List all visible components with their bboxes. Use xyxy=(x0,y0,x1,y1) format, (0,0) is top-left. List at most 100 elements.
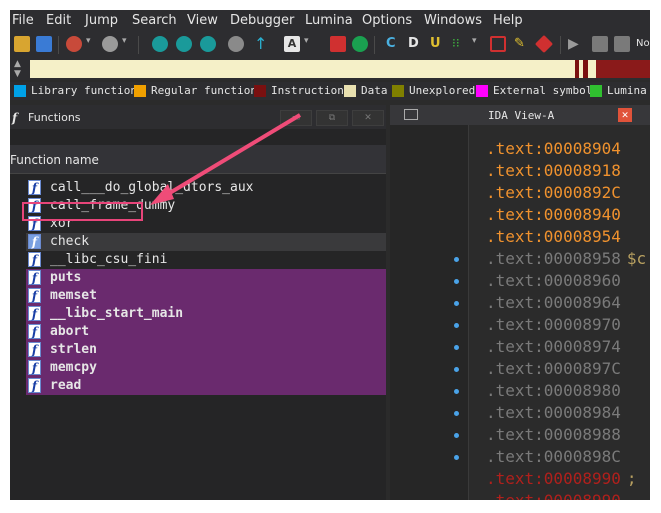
function-name: abort xyxy=(50,324,90,339)
disasm-line[interactable]: .text:00008964 xyxy=(486,293,646,315)
dropdown-arrow-icon[interactable]: ▾ xyxy=(472,36,480,52)
disasm-line[interactable]: .text:00008984 xyxy=(486,403,646,425)
play-icon[interactable]: ▶ xyxy=(568,36,584,52)
function-row-libc-start-main[interactable]: f __libc_start_main xyxy=(26,305,386,323)
debugger-select[interactable]: No xyxy=(636,38,650,49)
disasm-line[interactable]: .text:00008988 xyxy=(486,425,646,447)
menu-debugger[interactable]: Debugger xyxy=(230,13,294,28)
undefine-icon[interactable]: U xyxy=(430,36,446,52)
text-search-icon[interactable]: A xyxy=(284,36,300,52)
stop-icon[interactable] xyxy=(534,34,554,54)
menu-jump[interactable]: Jump xyxy=(85,13,118,28)
nav-segment xyxy=(575,60,579,78)
function-row-read[interactable]: f read xyxy=(26,377,386,395)
function-row-abort[interactable]: f abort xyxy=(26,323,386,341)
disasm-line[interactable]: .text:0000892C xyxy=(486,183,646,205)
function-name: memset xyxy=(50,288,97,303)
forward-icon[interactable] xyxy=(102,36,118,52)
open-folder-icon[interactable] xyxy=(14,36,30,52)
breakpoint-dot-icon[interactable] xyxy=(454,301,459,306)
legend-label: External symbol xyxy=(493,84,593,97)
function-icon: f xyxy=(28,270,41,285)
breakpoint-dot-icon[interactable] xyxy=(454,411,459,416)
menu-lumina[interactable]: Lumina xyxy=(305,13,353,28)
dropdown-arrow-icon[interactable]: ▾ xyxy=(86,36,94,52)
disasm-line[interactable]: .text:00008970 xyxy=(486,315,646,337)
menu-options[interactable]: Options xyxy=(362,13,412,28)
breakpoint-dot-icon[interactable] xyxy=(454,455,459,460)
disasm-line[interactable]: .text:00008940 xyxy=(486,205,646,227)
menu-help[interactable]: Help xyxy=(493,13,523,28)
disasm-line[interactable]: .text:00008960 xyxy=(486,271,646,293)
breakpoint-dot-icon[interactable] xyxy=(454,433,459,438)
legend-label: Library function xyxy=(31,84,137,97)
array-icon[interactable] xyxy=(490,36,506,52)
panel-close-button[interactable]: ✕ xyxy=(352,110,384,126)
menu-windows[interactable]: Windows xyxy=(424,13,482,28)
function-row-check[interactable]: f check xyxy=(26,233,386,251)
dropdown-arrow-icon[interactable]: ▾ xyxy=(304,36,312,52)
panel-restore-button[interactable]: ▭ xyxy=(280,110,312,126)
dropdown-arrow-icon[interactable]: ▾ xyxy=(122,36,130,52)
disasm-address: .text:00008940 xyxy=(486,205,621,224)
disasm-line[interactable]: .text:00008974 xyxy=(486,337,646,359)
disasm-line[interactable]: .text:00008918 xyxy=(486,161,646,183)
disassembly-listing[interactable]: .text:00008904 .text:00008918 .text:000089… xyxy=(486,139,646,500)
function-row-call-do-global-dtors-aux[interactable]: f call___do_global_dtors_aux xyxy=(26,179,386,197)
disasm-line[interactable]: .text:00008990 xyxy=(486,491,646,500)
disasm-line[interactable]: .text:00008990; xyxy=(486,469,646,491)
legend-swatch xyxy=(392,85,404,97)
breakpoint-dot-icon[interactable] xyxy=(454,257,459,262)
disasm-address: .text:00008980 xyxy=(486,381,621,400)
disasm-line[interactable]: .text:00008958 $c xyxy=(486,249,646,271)
new-function-icon[interactable] xyxy=(330,36,346,52)
menu-search[interactable]: Search xyxy=(132,13,177,28)
ida-view-tab[interactable]: IDA View-A ✕ xyxy=(390,105,650,125)
toolbar: ▾ ▾ ↑ A ▾ C D U ⁝⁝ ▾ ✎ ▶ No xyxy=(10,32,650,58)
menu-file[interactable]: File xyxy=(12,13,34,28)
breakpoint-dot-icon[interactable] xyxy=(454,367,459,372)
menu-view[interactable]: View xyxy=(187,13,218,28)
disasm-line[interactable]: .text:0000897C xyxy=(486,359,646,381)
close-icon[interactable]: ✕ xyxy=(618,108,632,122)
function-row-memcpy[interactable]: f memcpy xyxy=(26,359,386,377)
ida-main-window: File Edit Jump Search View Debugger Lumi… xyxy=(10,10,650,500)
disasm-line[interactable]: .text:00008904 xyxy=(486,139,646,161)
data-convert-icon[interactable]: D xyxy=(408,36,424,52)
panel-float-button[interactable]: ⧉ xyxy=(316,110,348,126)
function-row-strlen[interactable]: f strlen xyxy=(26,341,386,359)
function-row-puts[interactable]: f puts xyxy=(26,269,386,287)
struct-icon[interactable]: ⁝⁝ xyxy=(452,36,468,52)
stop-debug-icon[interactable] xyxy=(614,36,630,52)
breakpoint-dot-icon[interactable] xyxy=(454,345,459,350)
pause-icon[interactable] xyxy=(592,36,608,52)
breakpoint-dot-icon[interactable] xyxy=(454,279,459,284)
function-name-column-header[interactable]: Function name xyxy=(10,145,386,174)
breakpoint-dot-icon[interactable] xyxy=(454,323,459,328)
graph-view-icon[interactable] xyxy=(152,36,168,52)
back-icon[interactable] xyxy=(66,36,82,52)
disasm-line[interactable]: .text:0000898C xyxy=(486,447,646,469)
breakpoint-dot-icon[interactable] xyxy=(454,389,459,394)
function-row-libc-csu-fini[interactable]: f __libc_csu_fini xyxy=(26,251,386,269)
function-icon: f xyxy=(28,378,41,393)
disasm-line[interactable]: .text:00008980 xyxy=(486,381,646,403)
text-view-icon[interactable] xyxy=(176,36,192,52)
gutter-divider xyxy=(468,125,469,500)
code-convert-icon[interactable]: C xyxy=(386,36,402,52)
function-name: strlen xyxy=(50,342,97,357)
legend-swatch xyxy=(14,85,26,97)
disasm-line[interactable]: .text:00008954 xyxy=(486,227,646,249)
rename-icon[interactable]: ✎ xyxy=(514,36,530,52)
nav-arrows-icon[interactable]: ▲ ▼ xyxy=(14,59,24,79)
function-row-memset[interactable]: f memset xyxy=(26,287,386,305)
code-icon[interactable] xyxy=(352,36,368,52)
function-name: __libc_start_main xyxy=(50,306,184,321)
save-icon[interactable] xyxy=(36,36,52,52)
ida-view-title: IDA View-A xyxy=(488,109,555,122)
navigation-band[interactable] xyxy=(30,60,650,78)
proximity-icon[interactable] xyxy=(228,36,244,52)
jump-arrow-icon[interactable]: ↑ xyxy=(254,36,270,52)
hex-view-icon[interactable] xyxy=(200,36,216,52)
menu-edit[interactable]: Edit xyxy=(46,13,71,28)
